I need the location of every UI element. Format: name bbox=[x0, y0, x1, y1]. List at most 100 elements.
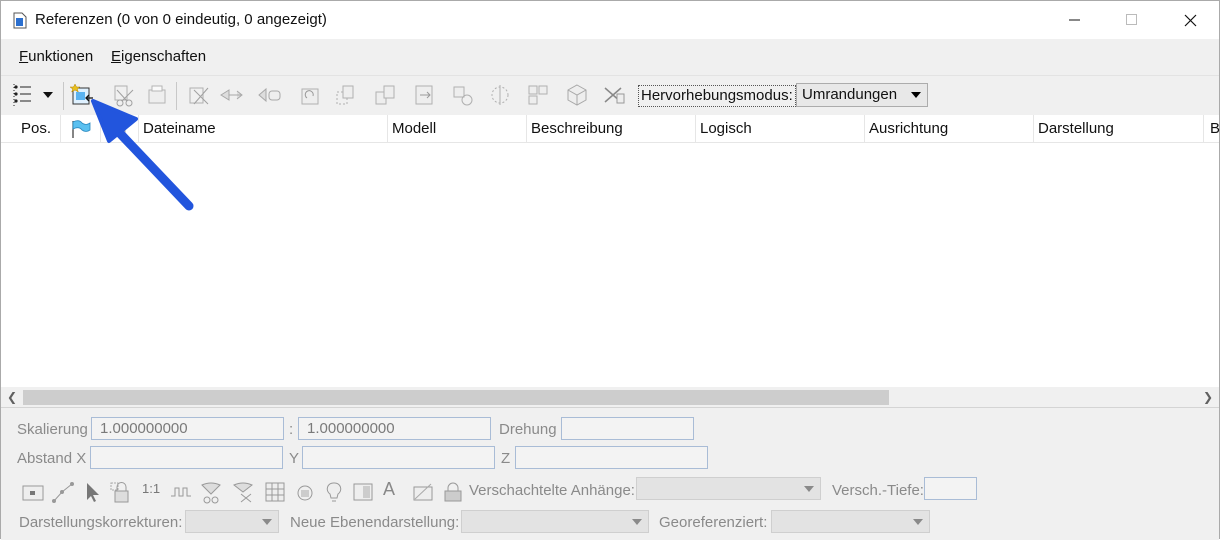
rotation-label: Drehung bbox=[499, 421, 557, 438]
georeferenced-select[interactable] bbox=[771, 510, 930, 533]
offset-y-label: Y bbox=[289, 450, 300, 467]
raster-icon[interactable] bbox=[293, 480, 317, 504]
menu-eigenschaften-label: Eigenschaften bbox=[111, 48, 207, 65]
snap-icon[interactable] bbox=[51, 480, 75, 504]
copy-icon[interactable] bbox=[257, 82, 283, 108]
line-style-icon[interactable] bbox=[169, 480, 193, 504]
georeferenced-label: Georeferenziert: bbox=[659, 514, 768, 531]
make-direct-attachment-icon[interactable] bbox=[601, 82, 627, 108]
scale-one-to-one-label[interactable]: 1:1 bbox=[142, 481, 160, 496]
col-darstellung[interactable]: Darstellung bbox=[1034, 115, 1204, 143]
col-beschreibung-label: Beschreibung bbox=[531, 120, 623, 137]
display-overrides-select[interactable] bbox=[185, 510, 279, 533]
col-beschreibung[interactable]: Beschreibung bbox=[527, 115, 696, 143]
col-logisch-label: Logisch bbox=[700, 120, 752, 137]
lock-icon[interactable] bbox=[109, 480, 133, 504]
new-level-display-select[interactable] bbox=[461, 510, 649, 533]
attachment-settings-panel: Skalierung 1.000000000 : 1.000000000 Dre… bbox=[1, 407, 1219, 540]
col-flag[interactable] bbox=[61, 115, 101, 143]
nested-attachments-label: Verschachtelte Anhänge: bbox=[469, 482, 635, 499]
reload-icon[interactable] bbox=[144, 82, 170, 108]
scale-master-field[interactable]: 1.000000000 bbox=[91, 417, 284, 440]
scrollbar-thumb[interactable] bbox=[23, 390, 889, 405]
offset-z-field[interactable] bbox=[515, 446, 708, 469]
level-display-icon[interactable] bbox=[351, 480, 375, 504]
document-icon bbox=[13, 12, 27, 29]
offset-x-field[interactable] bbox=[90, 446, 283, 469]
col-modell-label: Modell bbox=[392, 120, 437, 137]
detach-icon[interactable] bbox=[111, 82, 137, 108]
display-toggle-icon[interactable] bbox=[21, 480, 45, 504]
locate-icon[interactable] bbox=[81, 480, 105, 504]
scroll-right-icon[interactable]: ❯ bbox=[1203, 390, 1213, 404]
menu-funktionen-label: Funktionen bbox=[19, 48, 94, 65]
scale-icon[interactable] bbox=[297, 82, 323, 108]
col-dateiname-label: Dateiname bbox=[143, 120, 216, 137]
close-button[interactable] bbox=[1161, 1, 1219, 39]
offset-z-label: Z bbox=[501, 450, 511, 467]
maximize-button bbox=[1103, 1, 1161, 39]
col-status[interactable] bbox=[101, 115, 139, 143]
menu-funktionen[interactable]: Funktionen bbox=[19, 48, 93, 65]
minimize-icon bbox=[1069, 19, 1080, 21]
col-pos[interactable]: Pos. bbox=[1, 115, 61, 143]
attach-reference-icon[interactable] bbox=[69, 82, 95, 108]
col-b-label: B bbox=[1210, 120, 1220, 137]
ignore-attachment-icon[interactable] bbox=[199, 480, 223, 504]
title-bar: Referenzen (0 von 0 eindeutig, 0 angezei… bbox=[1, 1, 1219, 39]
move-icon[interactable] bbox=[219, 82, 245, 108]
treat-as-element-icon[interactable] bbox=[231, 480, 255, 504]
clip-boundary-icon[interactable] bbox=[451, 82, 477, 108]
flag-icon bbox=[72, 120, 91, 138]
scale-reference-field[interactable]: 1.000000000 bbox=[298, 417, 491, 440]
nesting-depth-field[interactable] bbox=[924, 477, 977, 500]
clip-mask-icon[interactable] bbox=[487, 82, 513, 108]
col-logisch[interactable]: Logisch bbox=[696, 115, 865, 143]
reference-status-icon bbox=[112, 121, 126, 137]
scale-reference-value: 1.000000000 bbox=[307, 420, 395, 437]
scale-separator: : bbox=[289, 421, 294, 438]
nesting-depth-label: Versch.-Tiefe: bbox=[832, 482, 924, 499]
horizontal-scrollbar[interactable]: ❮ ❯ bbox=[1, 387, 1219, 407]
nested-attachments-select[interactable] bbox=[636, 477, 821, 500]
col-modell[interactable]: Modell bbox=[388, 115, 527, 143]
offset-y-field[interactable] bbox=[302, 446, 495, 469]
table-header: Pos. Dateiname Modell Beschreibung Logis… bbox=[1, 115, 1220, 143]
mirror-horizontal-icon[interactable] bbox=[372, 82, 398, 108]
scroll-left-icon[interactable]: ❮ bbox=[7, 390, 17, 404]
delete-clip-icon[interactable] bbox=[525, 82, 551, 108]
col-dateiname[interactable]: Dateiname bbox=[139, 115, 388, 143]
cube-icon[interactable] bbox=[564, 82, 590, 108]
lightbulb-icon[interactable] bbox=[322, 480, 346, 504]
window-title: Referenzen (0 von 0 eindeutig, 0 angezei… bbox=[35, 11, 327, 28]
lock-settings-icon[interactable] bbox=[441, 480, 465, 504]
chevron-down-icon bbox=[262, 519, 272, 525]
chevron-down-icon bbox=[632, 519, 642, 525]
col-ausrichtung[interactable]: Ausrichtung bbox=[865, 115, 1034, 143]
display-overrides-label: Darstellungskorrekturen: bbox=[19, 514, 183, 531]
highlight-mode-value: Umrandungen bbox=[802, 86, 898, 103]
close-icon bbox=[1184, 14, 1196, 26]
highlight-mode-select[interactable]: Umrandungen bbox=[796, 83, 928, 107]
minimize-button[interactable] bbox=[1046, 1, 1104, 39]
mirror-vertical-icon[interactable] bbox=[412, 82, 438, 108]
levels-grid-icon[interactable] bbox=[263, 480, 287, 504]
col-darstellung-label: Darstellung bbox=[1038, 120, 1114, 137]
chevron-down-icon bbox=[911, 92, 921, 98]
menu-bar: Funktionen Eigenschaften bbox=[1, 39, 1219, 75]
maximize-icon bbox=[1126, 14, 1137, 25]
reference-list[interactable] bbox=[1, 143, 1219, 387]
col-b[interactable]: B bbox=[1204, 115, 1220, 143]
col-ausrichtung-label: Ausrichtung bbox=[869, 120, 949, 137]
color-adjust-icon[interactable] bbox=[411, 480, 435, 504]
exchange-icon[interactable] bbox=[186, 82, 212, 108]
rotation-field[interactable] bbox=[561, 417, 694, 440]
scale-master-value: 1.000000000 bbox=[100, 420, 188, 437]
highlight-mode-label: Hervorhebungsmodus: bbox=[638, 85, 796, 107]
text-icon[interactable]: A bbox=[383, 479, 395, 500]
scale-label: Skalierung bbox=[17, 421, 88, 438]
menu-eigenschaften[interactable]: Eigenschaften bbox=[111, 48, 206, 65]
offset-x-label: Abstand X bbox=[17, 450, 87, 467]
rotate-icon[interactable] bbox=[333, 82, 359, 108]
list-view-menu-icon[interactable] bbox=[11, 82, 57, 108]
